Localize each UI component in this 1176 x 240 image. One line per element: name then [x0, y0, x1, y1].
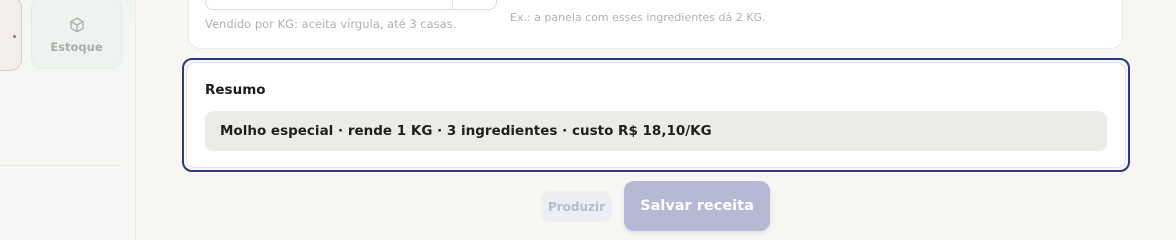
sidebar-divider [0, 165, 120, 166]
summary-title: Resumo [205, 82, 266, 98]
quantity-input[interactable] [205, 0, 497, 10]
sidebar-item-label: Estoque [50, 40, 103, 54]
chevron-icon [13, 35, 16, 38]
input-unit-separator [452, 0, 453, 9]
summary-box: Molho especial · rende 1 KG · 3 ingredie… [205, 111, 1107, 151]
summary-text: Molho especial · rende 1 KG · 3 ingredie… [220, 123, 712, 139]
yield-example-hint: Ex.: a panela com esses ingredientes dá … [510, 11, 766, 24]
sidebar: Estoque [0, 0, 136, 240]
summary-card: Resumo Molho especial · rende 1 KG · 3 i… [186, 62, 1126, 168]
sidebar-item-estoque[interactable]: Estoque [31, 0, 122, 69]
box-icon [70, 17, 84, 33]
produce-button[interactable]: Produzir [541, 191, 612, 222]
recipe-form-card: Vendido por KG: aceita vírgula, até 3 ca… [188, 0, 1123, 49]
unit-hint: Vendido por KG: aceita vírgula, até 3 ca… [205, 17, 457, 31]
save-recipe-button[interactable]: Salvar receita [624, 181, 770, 231]
sidebar-nav-item-previous[interactable] [0, 0, 22, 71]
